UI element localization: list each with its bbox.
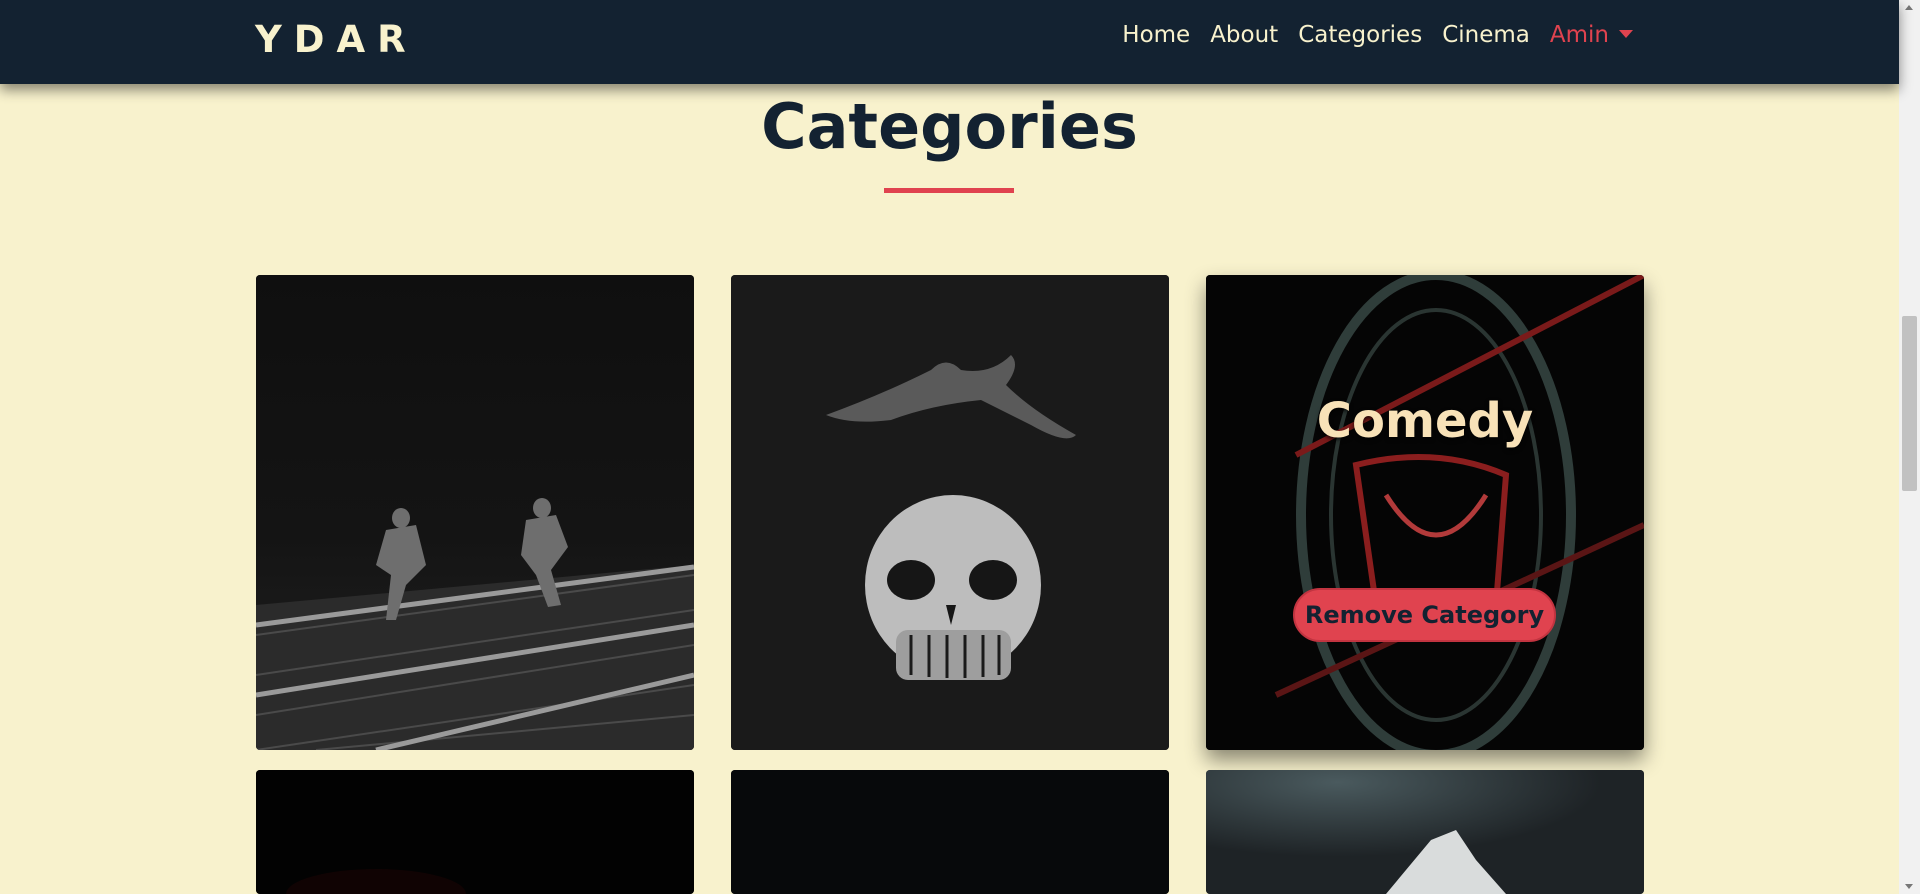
user-name: Amin <box>1549 22 1609 48</box>
remove-category-button[interactable]: Remove Category <box>1293 588 1556 642</box>
scroll-up-icon[interactable] <box>1905 5 1913 10</box>
title-underline <box>884 188 1014 193</box>
page-title: Categories <box>761 90 1138 163</box>
caret-down-icon <box>1619 30 1633 38</box>
category-card[interactable] <box>256 770 694 894</box>
nav-link-cinema[interactable]: Cinema <box>1442 22 1530 48</box>
dark-image <box>256 770 694 894</box>
scroll-thumb[interactable] <box>1902 316 1917 491</box>
nav-link-about[interactable]: About <box>1210 22 1278 48</box>
category-card[interactable] <box>731 770 1169 894</box>
comedy-neon-image <box>1206 275 1644 750</box>
scrollbar[interactable] <box>1899 0 1920 894</box>
scroll-down-icon[interactable] <box>1905 884 1913 889</box>
user-menu-toggle[interactable]: Amin <box>1550 22 1633 48</box>
category-title: Comedy <box>1316 393 1534 449</box>
nav-link-categories[interactable]: Categories <box>1298 22 1422 48</box>
category-card-comedy[interactable]: Comedy Remove Category <box>1206 275 1644 750</box>
skull-image <box>731 275 1169 750</box>
nav-links: Home About Categories Cinema Amin <box>1122 22 1633 48</box>
dark-image <box>731 770 1169 894</box>
category-card[interactable] <box>256 275 694 750</box>
sprinters-image <box>256 275 694 750</box>
nav-link-home[interactable]: Home <box>1122 22 1190 48</box>
category-card[interactable] <box>1206 770 1644 894</box>
brand-logo[interactable]: YDAR <box>255 18 418 61</box>
navbar: YDAR Home About Categories Cinema Amin <box>0 0 1899 84</box>
category-card[interactable] <box>731 275 1169 750</box>
closeup-image <box>1206 770 1644 894</box>
